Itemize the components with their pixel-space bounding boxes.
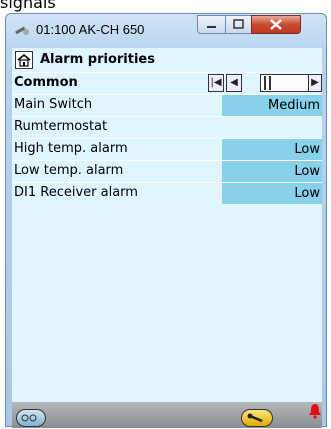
section-title: Common — [14, 75, 78, 90]
row-label: Main Switch — [14, 97, 93, 112]
table-row[interactable]: Low temp. alarm Low — [12, 160, 322, 182]
row-label: DI1 Receiver alarm — [14, 185, 138, 200]
table-row[interactable]: DI1 Receiver alarm Low — [12, 182, 322, 204]
row-value[interactable]: Low — [222, 139, 322, 160]
row-label: High temp. alarm — [14, 141, 128, 156]
row-value[interactable]: Low — [222, 161, 322, 182]
home-button[interactable] — [15, 51, 33, 69]
first-page-button[interactable]: |◀ — [208, 74, 224, 92]
maximize-icon — [233, 19, 244, 29]
footer-bar — [12, 402, 322, 428]
table-row[interactable]: Main Switch Medium — [12, 94, 322, 116]
home-icon — [17, 54, 31, 67]
page-scroller[interactable] — [260, 74, 310, 92]
app-window: 01:100 AK-CH 650 Alarm priorities Common — [5, 13, 327, 428]
title-bar[interactable]: 01:100 AK-CH 650 — [6, 14, 326, 48]
window-title: 01:100 AK-CH 650 — [36, 22, 145, 37]
row-value[interactable]: Low — [222, 183, 322, 204]
row-label: Low temp. alarm — [14, 163, 124, 178]
minimize-icon — [207, 26, 216, 28]
device-icon — [21, 414, 37, 422]
prev-page-button[interactable]: ◀ — [226, 74, 242, 92]
next-page-button[interactable]: ▶ — [308, 74, 322, 92]
scroll-thumb-icon — [264, 76, 271, 90]
tool-icon — [15, 26, 29, 35]
client-area: Alarm priorities Common |◀ ◀ ▶ Main Swit… — [12, 48, 322, 428]
service-button[interactable] — [241, 409, 273, 427]
minimize-button[interactable] — [197, 15, 226, 34]
page-header: Alarm priorities — [12, 48, 322, 72]
device-button[interactable] — [16, 409, 46, 427]
row-label: Rumtermostat — [14, 119, 108, 134]
table-row[interactable]: High temp. alarm Low — [12, 138, 322, 160]
page-title: Alarm priorities — [40, 52, 155, 67]
close-button[interactable] — [251, 15, 301, 34]
row-value[interactable]: Medium — [222, 95, 322, 116]
table-row: Rumtermostat — [12, 116, 322, 138]
background-text: signals — [0, 0, 56, 12]
maximize-button[interactable] — [225, 15, 252, 34]
alarm-bell-icon[interactable] — [308, 402, 322, 420]
wrench-icon — [247, 413, 263, 423]
close-icon — [270, 19, 282, 30]
